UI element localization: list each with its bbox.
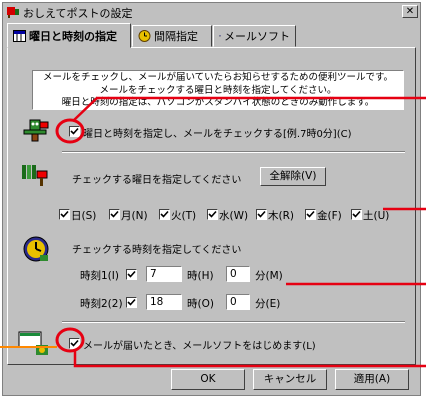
post-app-icon <box>7 7 19 18</box>
time2-hour-input[interactable]: 18 <box>146 294 182 310</box>
mail-launch-icon <box>18 331 48 355</box>
time1-minute-label: 分(M) <box>255 270 283 282</box>
day-label-wednesday[interactable]: 水(W) <box>219 208 248 223</box>
tab-interval[interactable]: 間隔指定 <box>132 25 212 47</box>
day-label-sunday[interactable]: 日(S) <box>71 208 96 223</box>
calendar-post-icon <box>22 165 48 186</box>
days-heading: チェックする曜日を指定してください <box>72 175 242 186</box>
divider <box>62 151 405 153</box>
time1-hour-input[interactable]: 7 <box>146 266 182 282</box>
calendar-grid-icon <box>13 29 26 42</box>
apply-button[interactable]: 適用(A) <box>335 369 409 390</box>
tab-label: 曜日と時刻の指定 <box>29 29 117 43</box>
day-label-thursday[interactable]: 木(R) <box>268 208 294 223</box>
ok-button[interactable]: OK <box>171 369 245 390</box>
settings-dialog: おしえてポストの設定 ✕ 曜日と時刻の指定 間隔指定 メールソフト メールをチェ… <box>2 2 421 396</box>
day-checkbox-saturday[interactable] <box>351 209 362 220</box>
window-title: おしえてポストの設定 <box>23 7 133 20</box>
day-label-saturday[interactable]: 土(U) <box>363 208 389 223</box>
day-checkbox-friday[interactable] <box>305 209 316 220</box>
times-heading: チェックする時刻を指定してください <box>72 245 242 256</box>
tab-label: メールソフト <box>224 30 290 43</box>
day-checkbox-monday[interactable] <box>109 209 120 220</box>
launch-mailer-label[interactable]: メールが届いたとき、メールソフトをはじめます(L) <box>83 337 316 352</box>
time2-minute-label: 分(E) <box>255 298 281 310</box>
time1-minute-input[interactable]: 0 <box>226 266 250 282</box>
enable-schedule-label[interactable]: 曜日と時刻を指定し、メールをチェックする[例.7時0分](C) <box>83 125 352 140</box>
close-button[interactable]: ✕ <box>402 5 418 18</box>
tab-label: 間隔指定 <box>154 30 198 43</box>
day-label-tuesday[interactable]: 火(T) <box>171 208 196 223</box>
time2-checkbox[interactable] <box>126 297 137 308</box>
day-checkbox-thursday[interactable] <box>256 209 267 220</box>
description-box: メールをチェックし、メールが届いていたらお知らせするための便利ツールです。 メー… <box>32 70 404 110</box>
tab-mail-software[interactable]: メールソフト <box>213 25 296 47</box>
time1-label[interactable]: 時刻1(I) <box>80 268 119 283</box>
day-label-friday[interactable]: 金(F) <box>317 208 342 223</box>
time1-hour-label: 時(H) <box>187 270 214 282</box>
description-line: メールをチェックし、メールが届いていたらお知らせするための便利ツールです。 <box>42 72 394 83</box>
divider <box>62 321 405 323</box>
clock-icon <box>138 30 151 42</box>
time1-checkbox[interactable] <box>126 269 137 280</box>
cancel-button[interactable]: キャンセル <box>253 369 327 390</box>
day-checkbox-sunday[interactable] <box>59 209 70 220</box>
tab-weekday-time[interactable]: 曜日と時刻の指定 <box>7 23 131 48</box>
title-bar: おしえてポストの設定 ✕ <box>3 3 420 21</box>
day-checkbox-tuesday[interactable] <box>159 209 170 220</box>
tab-panel: メールをチェックし、メールが届いていたらお知らせするための便利ツールです。 メー… <box>7 47 416 365</box>
robot-post-icon <box>23 119 49 142</box>
clear-all-button[interactable]: 全解除(V) <box>260 167 326 186</box>
time2-label[interactable]: 時刻2(2) <box>80 296 123 311</box>
mail-window-icon <box>219 35 221 37</box>
time2-hour-label: 時(O) <box>187 298 214 310</box>
description-line: メールをチェックする曜日と時刻を指定してください。 <box>99 84 337 96</box>
description-line: 曜日と時刻の指定は、パソコンがスタンバイ状態のときのみ動作します。 <box>61 97 375 108</box>
day-checkbox-wednesday[interactable] <box>207 209 218 220</box>
day-label-monday[interactable]: 月(N) <box>121 208 148 223</box>
alarm-clock-icon <box>23 236 49 262</box>
enable-schedule-checkbox[interactable] <box>69 126 80 137</box>
launch-mailer-checkbox[interactable] <box>69 338 80 349</box>
time2-minute-input[interactable]: 0 <box>226 294 250 310</box>
